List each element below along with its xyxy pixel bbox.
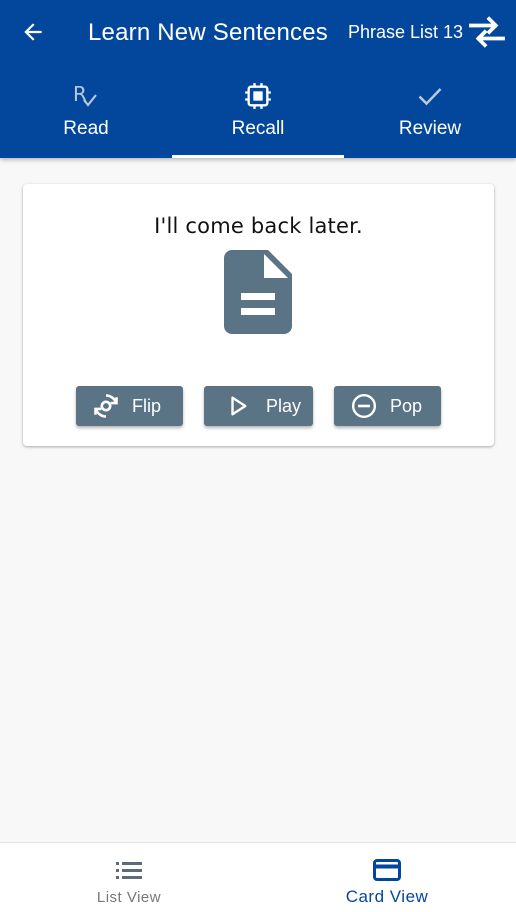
back-button[interactable] (16, 15, 50, 49)
play-button[interactable]: Play (204, 386, 313, 426)
play-button-label: Play (266, 395, 302, 416)
tab-recall[interactable]: Recall (172, 66, 344, 158)
pop-button-label: Pop (390, 395, 423, 416)
rotate-camera-icon (94, 394, 118, 418)
page-title: Learn New Sentences (88, 19, 328, 46)
tab-bar: R Read Recall Review (0, 66, 516, 158)
sentence-text: I'll come back later. (154, 214, 363, 238)
swap-horizontal-icon (469, 16, 505, 48)
app-bar: Learn New Sentences Phrase List 13 R Rea… (0, 0, 516, 158)
chip-icon (245, 83, 271, 109)
active-tab-indicator (172, 155, 344, 158)
play-icon (231, 396, 247, 416)
arrow-left-icon (24, 23, 42, 41)
list-icon (116, 862, 142, 879)
nav-card-view[interactable]: Card View (258, 843, 516, 912)
tab-review[interactable]: Review (344, 66, 516, 158)
swap-button[interactable] (466, 14, 508, 50)
document-icon (224, 250, 292, 334)
sentence-card: I'll come back later. Flip Play Pop (23, 184, 494, 446)
credit-card-icon (373, 859, 401, 881)
bottom-navigation: List View Card View (0, 842, 516, 912)
tab-read[interactable]: R Read (0, 66, 172, 158)
flip-button-label: Flip (132, 395, 162, 416)
tab-read-label: Read (63, 118, 109, 139)
check-icon (418, 88, 442, 106)
flip-button[interactable]: Flip (76, 386, 183, 426)
nav-card-view-label: Card View (345, 887, 429, 906)
nav-list-view[interactable]: List View (0, 843, 258, 912)
nav-list-view-label: List View (96, 889, 162, 906)
prescription-check-icon: R (73, 82, 97, 107)
minus-circle-icon (351, 393, 377, 419)
tab-review-label: Review (398, 118, 462, 139)
tab-recall-label: Recall (231, 118, 285, 139)
pop-button[interactable]: Pop (334, 386, 441, 426)
toolbar: Learn New Sentences Phrase List 13 (0, 0, 516, 66)
phrase-list-name[interactable]: Phrase List 13 (348, 21, 463, 43)
